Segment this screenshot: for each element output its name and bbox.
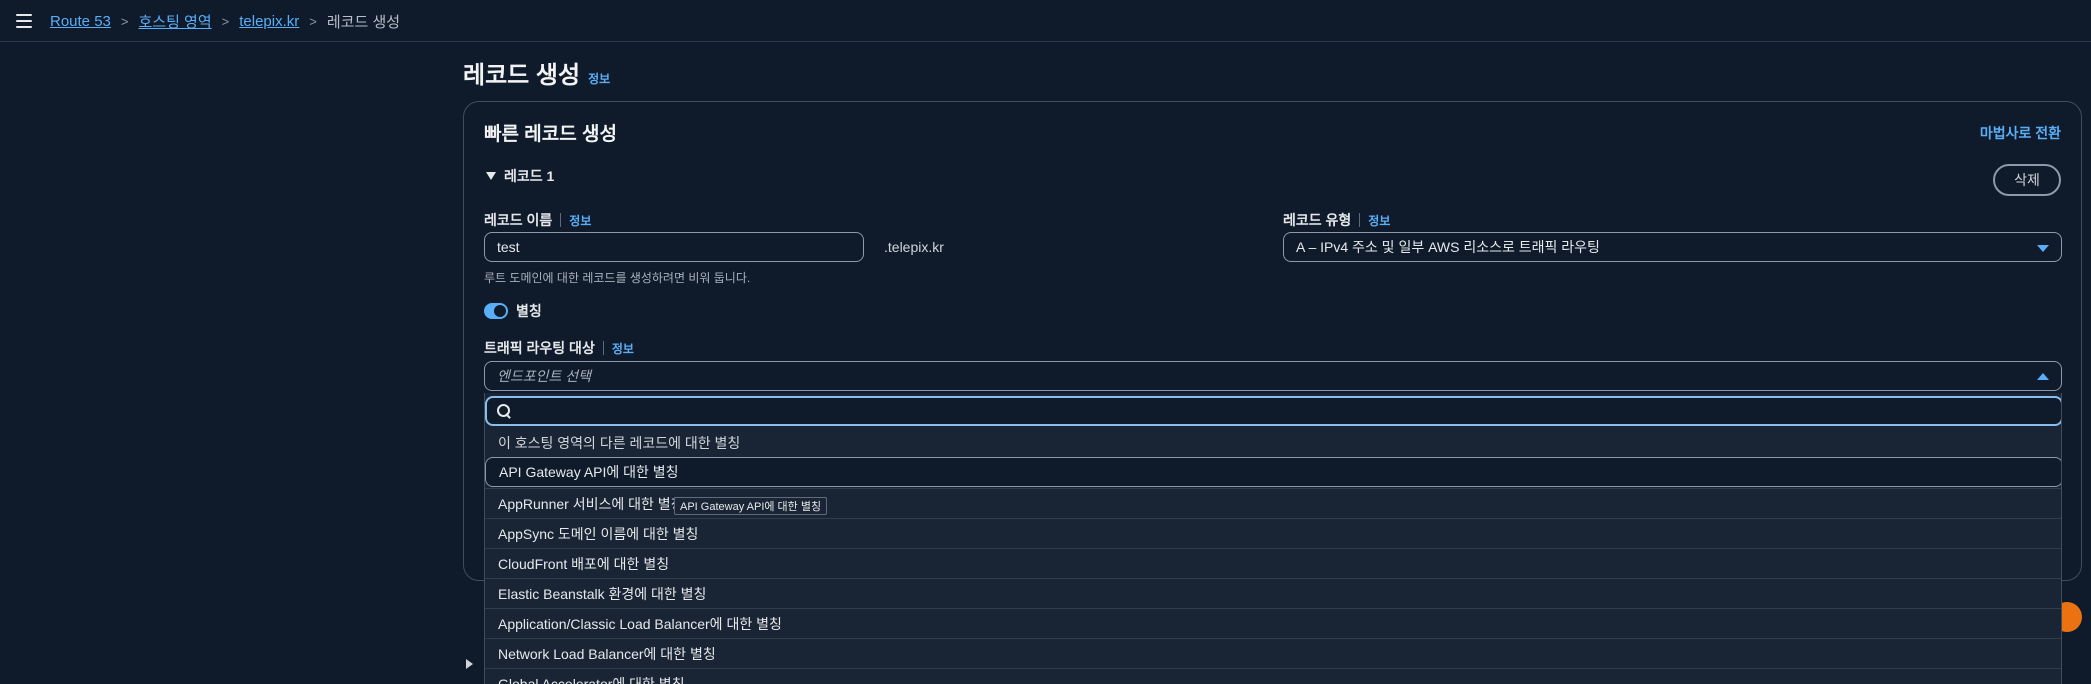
dropdown-option[interactable]: Application/Classic Load Balancer에 대한 별칭 <box>485 608 2061 638</box>
record-name-hint: 루트 도메인에 대한 레코드를 생성하려면 비워 둡니다. <box>484 271 751 285</box>
record-type-value: A – IPv4 주소 및 일부 AWS 리소스로 트래픽 라우팅 <box>1296 239 1600 255</box>
option-tooltip: API Gateway API에 대한 별칭 <box>674 497 828 515</box>
endpoint-select[interactable]: 엔드포인트 선택 <box>484 361 2062 391</box>
traffic-target-label: 트래픽 라우팅 대상 <box>484 340 595 356</box>
label-divider <box>1359 213 1361 227</box>
traffic-target-label-group: 트래픽 라우팅 대상 정보 <box>484 338 634 358</box>
record-type-label-group: 레코드 유형 정보 <box>1283 210 1390 230</box>
dropdown-option[interactable]: CloudFront 배포에 대한 별칭 <box>485 548 2061 578</box>
breadcrumb: Route 53 > 호스팅 영역 > telepix.kr > 레코드 생성 <box>50 11 400 32</box>
page-header: 레코드 생성 정보 <box>463 55 610 90</box>
alias-toggle[interactable] <box>484 303 508 319</box>
chevron-right-icon: > <box>120 14 129 29</box>
traffic-target-info-link[interactable]: 정보 <box>612 340 634 357</box>
label-divider <box>560 213 562 227</box>
record-name-input[interactable]: test <box>484 232 864 262</box>
endpoint-select-placeholder: 엔드포인트 선택 <box>497 368 592 384</box>
dropdown-option[interactable]: 이 호스팅 영역의 다른 레코드에 대한 별칭 <box>485 428 2061 458</box>
breadcrumb-route53[interactable]: Route 53 <box>50 13 111 30</box>
search-icon <box>497 404 511 418</box>
record-type-info-link[interactable]: 정보 <box>1368 212 1390 229</box>
dropdown-option[interactable]: Elastic Beanstalk 환경에 대한 별칭 <box>485 578 2061 608</box>
dropdown-option[interactable]: AppSync 도메인 이름에 대한 별칭 <box>485 518 2061 548</box>
breadcrumb-zone[interactable]: telepix.kr <box>239 13 299 30</box>
chevron-right-icon: > <box>221 14 230 29</box>
caret-up-icon <box>2037 373 2049 380</box>
dropdown-option[interactable]: Network Load Balancer에 대한 별칭 <box>485 638 2061 668</box>
endpoint-search-input[interactable] <box>485 396 2061 426</box>
breadcrumb-current: 레코드 생성 <box>326 14 401 31</box>
panel-title: 빠른 레코드 생성 <box>484 124 617 145</box>
record-name-label: 레코드 이름 <box>484 212 553 228</box>
dropdown-option[interactable]: API Gateway API에 대한 별칭 <box>485 457 2061 487</box>
record-name-value: test <box>497 239 520 255</box>
record-type-select[interactable]: A – IPv4 주소 및 일부 AWS 리소스로 트래픽 라우팅 <box>1283 232 2062 262</box>
dropdown-option[interactable]: Global Accelerator에 대한 별칭 <box>485 668 2061 684</box>
alias-label: 별칭 <box>516 303 542 319</box>
page-title: 레코드 생성 <box>463 62 581 89</box>
record-type-label: 레코드 유형 <box>1283 212 1352 228</box>
record-name-info-link[interactable]: 정보 <box>569 212 591 229</box>
label-divider <box>602 341 604 355</box>
caret-right-icon[interactable] <box>466 659 473 669</box>
page-info-link[interactable]: 정보 <box>588 70 610 87</box>
menu-icon[interactable] <box>16 14 32 28</box>
chevron-right-icon: > <box>309 14 317 29</box>
record-section-label: 레코드 1 <box>504 168 555 184</box>
record-name-label-group: 레코드 이름 정보 <box>484 210 591 230</box>
breadcrumb-hosted-zones[interactable]: 호스팅 영역 <box>138 11 211 32</box>
delete-button[interactable]: 삭제 <box>1993 164 2061 196</box>
top-navigation-bar: Route 53 > 호스팅 영역 > telepix.kr > 레코드 생성 <box>0 0 2091 42</box>
switch-to-wizard-link[interactable]: 마법사로 전환 <box>1980 123 2061 143</box>
alias-toggle-group[interactable]: 별칭 <box>484 301 542 321</box>
endpoint-dropdown-list: 이 호스팅 영역의 다른 레코드에 대한 별칭 API Gateway API에… <box>484 393 2062 684</box>
record-section-toggle[interactable]: 레코드 1 <box>486 166 554 186</box>
caret-down-icon <box>486 172 496 180</box>
domain-suffix: .telepix.kr <box>884 239 944 255</box>
caret-down-icon <box>2037 245 2049 252</box>
